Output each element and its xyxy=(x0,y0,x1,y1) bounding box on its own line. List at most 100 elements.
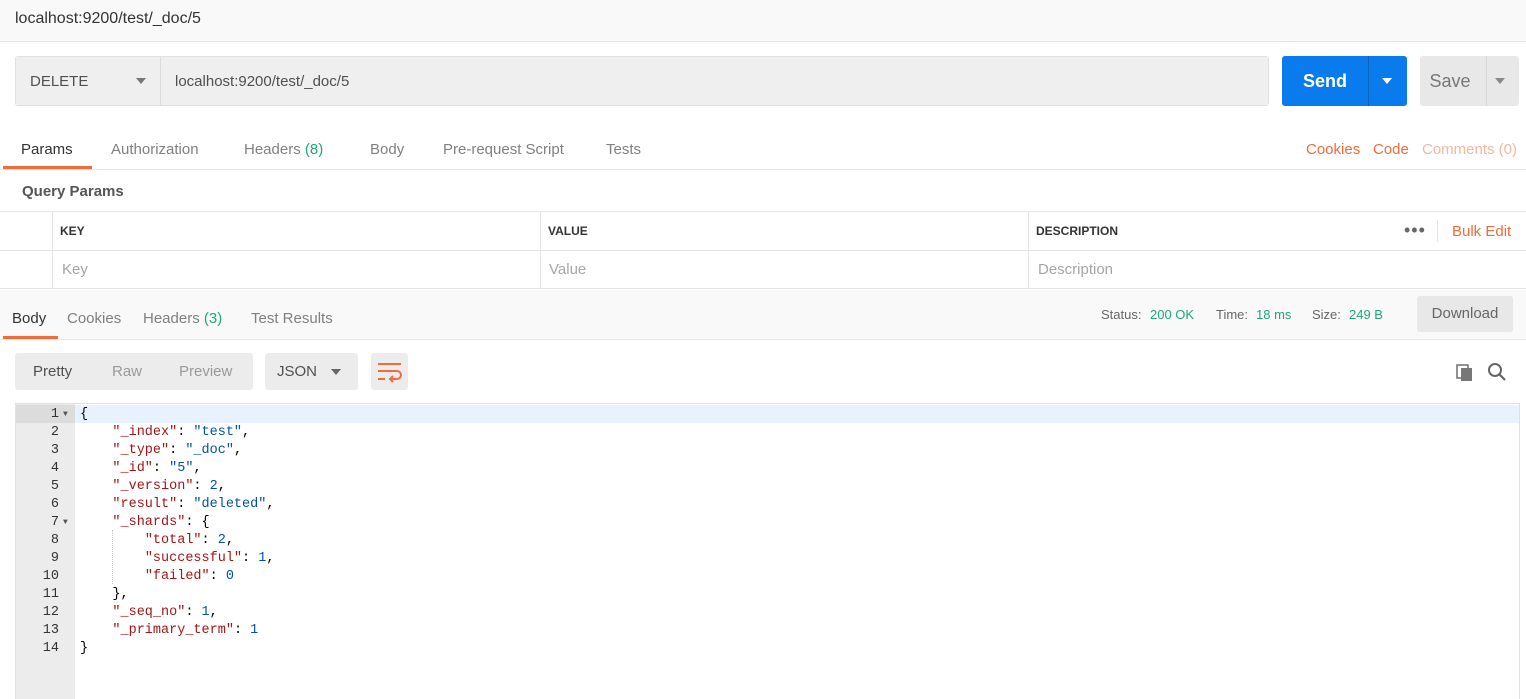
response-tab-cookies[interactable]: Cookies xyxy=(67,310,121,327)
tab-pre-request-script[interactable]: Pre-request Script xyxy=(443,141,564,158)
json-punctuation xyxy=(80,479,112,494)
code-line: 10 "failed": 0 xyxy=(16,568,1516,586)
json-number: 1 xyxy=(201,605,210,620)
json-key: "total" xyxy=(144,533,202,548)
code-line: 14} xyxy=(16,640,1516,658)
code-line: 1 ▼ { xyxy=(16,406,1516,424)
column-header-key: KEY xyxy=(60,224,85,238)
url-input[interactable] xyxy=(162,57,1268,105)
response-tab-body[interactable]: Body xyxy=(12,310,46,327)
download-button[interactable]: Download xyxy=(1417,296,1513,332)
json-punctuation: }, xyxy=(80,587,129,602)
code-text: "_shards": { xyxy=(80,514,210,532)
code-link[interactable]: Code xyxy=(1373,141,1409,158)
size-value[interactable]: 249 B xyxy=(1349,307,1383,322)
tab-params[interactable]: Params xyxy=(21,141,73,158)
code-line: 4 "_id": "5", xyxy=(16,460,1516,478)
response-body-editor[interactable]: 1 ▼{2 "_index": "test", 3 "_type": "_doc",… xyxy=(15,403,1520,699)
json-punctuation xyxy=(80,515,112,530)
json-punctuation: : { xyxy=(185,515,210,530)
cookies-link[interactable]: Cookies xyxy=(1306,141,1360,158)
format-label: JSON xyxy=(277,363,318,380)
response-tab-test-results[interactable]: Test Results xyxy=(251,310,333,327)
line-number: 7 xyxy=(50,515,59,530)
json-punctuation: , xyxy=(266,497,275,512)
json-punctuation: } xyxy=(80,641,89,656)
json-punctuation xyxy=(80,461,112,476)
value-input[interactable]: Value xyxy=(549,261,586,278)
json-punctuation: : xyxy=(177,497,194,512)
tab-tests[interactable]: Tests xyxy=(606,141,641,158)
search-icon[interactable] xyxy=(1487,362,1507,382)
line-number: 4 xyxy=(50,461,59,476)
description-input[interactable]: Description xyxy=(1038,261,1113,278)
json-key: "result" xyxy=(112,497,178,512)
view-raw-button[interactable]: Raw xyxy=(112,363,142,380)
bulk-edit-link[interactable]: Bulk Edit xyxy=(1452,223,1511,240)
json-key: "_seq_no" xyxy=(112,605,186,620)
tab-headers[interactable]: Headers (8) xyxy=(244,141,323,158)
response-tab-headers[interactable]: Headers (3) xyxy=(143,310,222,327)
save-dropdown-chevron-icon[interactable] xyxy=(1495,78,1505,84)
json-key: "_id" xyxy=(112,461,153,476)
code-text: }, xyxy=(80,586,129,604)
method-select[interactable]: DELETE xyxy=(16,57,161,105)
json-punctuation: , xyxy=(225,533,234,548)
line-number: 1 xyxy=(50,407,59,422)
code-line: 6 "result": "deleted", xyxy=(16,496,1516,514)
column-header-description: DESCRIPTION xyxy=(1036,224,1119,238)
request-tabs: Params Authorization Headers (8) Body Pr… xyxy=(0,128,1526,170)
code-line: 9 "successful": 1, xyxy=(16,550,1516,568)
copy-icon[interactable] xyxy=(1455,363,1475,383)
json-punctuation: : xyxy=(209,569,226,584)
active-tab-indicator xyxy=(3,166,92,169)
column-header-value: VALUE xyxy=(548,224,588,238)
column-divider xyxy=(1028,212,1029,289)
line-number: 13 xyxy=(42,623,59,638)
code-text: "_type": "_doc", xyxy=(80,442,242,460)
comments-link[interactable]: Comments (0) xyxy=(1422,141,1517,158)
request-title-bar: localhost:9200/test/_doc/5 xyxy=(0,0,1526,42)
json-string: "_doc" xyxy=(185,443,234,458)
send-dropdown-chevron-icon[interactable] xyxy=(1382,78,1392,84)
request-title[interactable]: localhost:9200/test/_doc/5 xyxy=(15,10,201,28)
key-input[interactable]: Key xyxy=(62,261,88,278)
row-divider xyxy=(0,250,1526,251)
time-value[interactable]: 18 ms xyxy=(1256,307,1291,322)
view-preview-button[interactable]: Preview xyxy=(179,363,232,380)
send-button[interactable]: Send xyxy=(1282,56,1407,106)
fold-arrow-icon[interactable]: ▼ xyxy=(63,406,68,424)
tab-headers-label: Headers xyxy=(244,141,301,158)
code-text: "_id": "5", xyxy=(80,460,201,478)
json-key: "_version" xyxy=(112,479,194,494)
status-value[interactable]: 200 OK xyxy=(1150,307,1194,322)
line-number: 3 xyxy=(50,443,59,458)
tab-headers-count: (8) xyxy=(304,141,324,158)
line-number: 14 xyxy=(42,641,59,656)
view-pretty-button[interactable]: Pretty xyxy=(33,363,72,380)
tab-body[interactable]: Body xyxy=(370,141,404,158)
save-button[interactable]: Save xyxy=(1420,56,1519,106)
json-key: "_index" xyxy=(112,425,178,440)
format-select[interactable]: JSON xyxy=(265,353,358,390)
json-punctuation: { xyxy=(80,407,89,422)
json-punctuation xyxy=(80,551,145,566)
json-number: 2 xyxy=(209,479,218,494)
code-line: 11 }, xyxy=(16,586,1516,604)
json-punctuation: , xyxy=(266,551,275,566)
code-text: "total": 2, xyxy=(80,532,234,550)
fold-arrow-icon[interactable]: ▼ xyxy=(63,514,68,532)
view-mode-group: Pretty Raw Preview xyxy=(15,353,253,390)
json-punctuation: : xyxy=(233,623,251,638)
code-text: "result": "deleted", xyxy=(80,496,274,514)
more-options-icon[interactable]: ••• xyxy=(1404,220,1426,241)
json-punctuation xyxy=(80,425,112,440)
size-label: Size: xyxy=(1312,307,1341,322)
wrap-lines-button[interactable] xyxy=(371,353,408,390)
json-number: 2 xyxy=(217,533,226,548)
json-number: 0 xyxy=(225,569,234,584)
json-key: "_shards" xyxy=(112,515,186,530)
tab-authorization[interactable]: Authorization xyxy=(111,141,199,158)
code-text: { xyxy=(80,406,88,424)
response-header: Body Cookies Headers (3) Test Results St… xyxy=(0,290,1526,340)
